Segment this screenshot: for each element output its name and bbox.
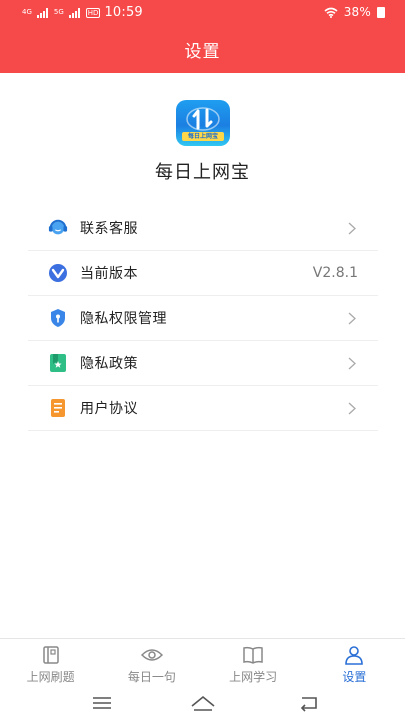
user-agreement-icon	[48, 398, 68, 418]
chevron-right-icon	[348, 312, 356, 325]
menu-item-label: 用户协议	[80, 401, 138, 417]
menu-item-label: 当前版本	[80, 266, 138, 282]
app-name: 每日上网宝	[155, 162, 250, 183]
logo-banner: 每日上网宝	[182, 132, 224, 141]
bottom-tab-bar: 上网刷题 每日一句 上网学习 设置	[0, 638, 405, 686]
menu-item-customer-service[interactable]: 联系客服	[28, 206, 378, 251]
battery-percent: 38%	[343, 5, 371, 19]
menu-item-privacy-policy[interactable]: 隐私政策	[28, 341, 378, 386]
version-value: V2.8.1	[312, 265, 358, 281]
status-bar: 4G 5G HD 10:59 38%	[0, 0, 405, 26]
menu-item-privacy-permissions[interactable]: 隐私权限管理	[28, 296, 378, 341]
network-label-4g: 4G	[22, 8, 32, 16]
menu-item-user-agreement[interactable]: 用户协议	[28, 386, 378, 431]
tab-settings[interactable]: 设置	[304, 639, 405, 686]
menu-icon[interactable]	[90, 694, 116, 712]
menu-item-label: 隐私政策	[80, 356, 138, 372]
signal-icon-2	[68, 7, 80, 18]
user-icon	[345, 646, 364, 665]
page-title: 设置	[184, 42, 221, 62]
quiz-book-icon	[42, 646, 59, 664]
tab-daily-quote[interactable]: 每日一句	[101, 639, 202, 686]
settings-menu: 联系客服 当前版本 V2.8.1 隐私权限管理 隐私政策 用户协议	[28, 206, 378, 431]
customer-service-icon	[48, 218, 68, 238]
version-icon	[48, 263, 68, 283]
chevron-right-icon	[348, 222, 356, 235]
tab-label: 上网刷题	[26, 670, 75, 684]
eye-icon	[140, 649, 163, 661]
menu-item-version[interactable]: 当前版本 V2.8.1	[28, 251, 378, 296]
back-icon[interactable]	[296, 694, 322, 712]
tab-label: 每日一句	[127, 670, 176, 684]
home-icon[interactable]	[190, 694, 216, 712]
system-nav-bar	[0, 686, 405, 720]
menu-item-label: 隐私权限管理	[80, 311, 167, 327]
open-book-icon	[243, 646, 263, 664]
menu-item-label: 联系客服	[80, 221, 138, 237]
privacy-policy-icon	[48, 353, 68, 373]
header-bar: 4G 5G HD 10:59 38% 设置	[0, 0, 405, 73]
arrows-icon	[186, 107, 220, 131]
wifi-icon	[324, 7, 338, 18]
tab-label: 设置	[342, 670, 367, 684]
app-logo: 每日上网宝	[176, 100, 230, 146]
tab-quiz[interactable]: 上网刷题	[0, 639, 101, 686]
tab-learning[interactable]: 上网学习	[203, 639, 304, 686]
chevron-right-icon	[348, 357, 356, 370]
privacy-shield-icon	[48, 308, 68, 328]
hd-badge: HD	[85, 7, 101, 18]
battery-icon	[377, 6, 385, 18]
chevron-right-icon	[348, 402, 356, 415]
tab-label: 上网学习	[229, 670, 278, 684]
status-time: 10:59	[104, 5, 143, 20]
network-label-5g: 5G	[53, 8, 64, 16]
signal-icon	[36, 7, 48, 18]
